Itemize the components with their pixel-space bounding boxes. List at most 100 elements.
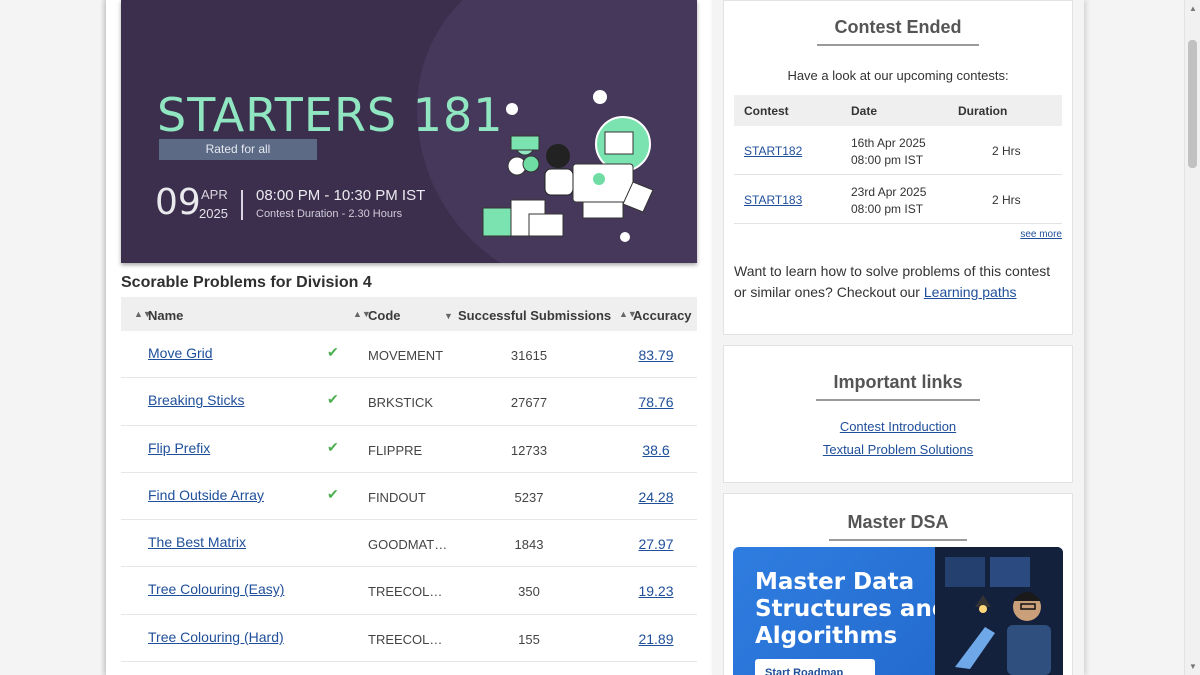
problem-name[interactable]: The Best Matrix (148, 534, 246, 550)
problem-accuracy[interactable]: 78.76 (626, 394, 686, 410)
problem-code: TREECOL… (368, 631, 443, 647)
accuracy-link[interactable]: 27.97 (638, 536, 673, 552)
title-underline (816, 399, 980, 401)
check-icon: ✔ (327, 391, 339, 408)
banner-divider (241, 190, 243, 220)
textual-solutions-link[interactable]: Textual Problem Solutions (724, 438, 1072, 461)
problem-link[interactable]: Flip Prefix (148, 440, 210, 456)
problem-row: Find Outside Array ✔ FINDOUT 5237 24.28 (121, 473, 697, 521)
contest-date-time: 08:00 pm IST (851, 153, 924, 167)
dsa-line-2: Structures and (755, 596, 949, 622)
see-more-link[interactable]: see more (1020, 229, 1062, 240)
banner-title: STARTERS 181 (157, 88, 504, 142)
scrollbar-thumb[interactable] (1188, 40, 1197, 168)
problem-name[interactable]: Flip Prefix (148, 440, 210, 456)
problem-row: Tree Colouring (Easy) TREECOL… 350 19.23 (121, 567, 697, 615)
problem-accuracy[interactable]: 24.28 (626, 489, 686, 505)
banner-year: 2025 (199, 206, 228, 221)
upcoming-contest-row: START182 16th Apr 2025 08:00 pm IST 2 Hr… (734, 126, 1062, 175)
contest-date-day: 23rd Apr 2025 (851, 185, 927, 199)
learning-paths-text: Want to learn how to solve problems of t… (734, 261, 1062, 303)
problem-row: Flip Prefix ✔ FLIPPRE 12733 38.6 (121, 426, 697, 473)
header-duration: Duration (958, 104, 1008, 118)
banner-duration: Contest Duration - 2.30 Hours (256, 208, 403, 220)
contest-introduction-link[interactable]: Contest Introduction (724, 415, 1072, 438)
learning-paths-link[interactable]: Learning paths (924, 284, 1017, 300)
problem-code: FINDOUT (368, 489, 426, 505)
problem-code: MOVEMENT (368, 348, 444, 363)
contest-date: 16th Apr 2025 08:00 pm IST (851, 135, 926, 169)
problem-submissions: 12733 (510, 442, 548, 458)
header-code[interactable]: Code (368, 308, 401, 323)
problem-link[interactable]: Move Grid (148, 345, 213, 361)
problem-accuracy[interactable]: 27.97 (626, 536, 686, 552)
problem-name[interactable]: Breaking Sticks (148, 392, 244, 408)
accuracy-link[interactable]: 83.79 (638, 347, 673, 363)
header-name[interactable]: Name (148, 308, 183, 323)
check-icon: ✔ (327, 344, 339, 360)
problem-code: FLIPPRE (368, 442, 423, 458)
problem-row: Move Grid ✔ MOVEMENT 31615 83.79 (121, 331, 697, 379)
rated-tag: Rated for all (159, 139, 317, 160)
problem-accuracy[interactable]: 38.6 (626, 442, 686, 458)
see-more: see more (724, 229, 1062, 240)
dsa-line-1: Master Data (755, 569, 915, 595)
contest-date: 23rd Apr 2025 08:00 pm IST (851, 184, 926, 218)
problem-row: Breaking Sticks ✔ BRKSTICK 27677 78.76 (121, 378, 697, 426)
contest-banner: STARTERS 181 Rated for all 09 APR 2025 0… (121, 0, 697, 263)
problem-link[interactable]: The Best Matrix (148, 534, 246, 550)
banner-time: 08:00 PM - 10:30 PM IST (256, 187, 426, 204)
problem-code: BRKSTICK (368, 395, 434, 411)
problem-link[interactable]: Tree Colouring (Hard) (148, 629, 284, 645)
problems-table-body: Move Grid ✔ MOVEMENT 31615 83.79 Breaking Sti… (121, 331, 697, 663)
accuracy-link[interactable]: 78.76 (638, 394, 673, 410)
problem-name[interactable]: Tree Colouring (Hard) (148, 629, 284, 645)
contest-link[interactable]: START183 (744, 193, 802, 207)
contest-date-day: 16th Apr 2025 (851, 136, 926, 150)
dsa-line-3: Algorithms (755, 623, 898, 649)
problem-submissions: 155 (518, 631, 540, 647)
contest-link[interactable]: START182 (744, 144, 802, 158)
important-links-list: Contest Introduction Textual Problem Sol… (724, 415, 1072, 461)
contest-duration: 2 Hrs (992, 144, 1021, 158)
problem-submissions: 350 (518, 584, 540, 600)
vertical-scrollbar[interactable]: ▲ ▼ (1184, 0, 1200, 675)
upcoming-contests-table: Contest Date Duration START182 16th Apr … (734, 95, 1062, 224)
contest-ended-box: Contest Ended Have a look at our upcomin… (723, 0, 1073, 335)
upcoming-table-header: Contest Date Duration (734, 95, 1062, 126)
coder-illustration (482, 90, 654, 242)
problem-link[interactable]: Find Outside Array (148, 487, 264, 503)
accuracy-link[interactable]: 38.6 (642, 442, 669, 458)
problem-name[interactable]: Tree Colouring (Easy) (148, 581, 284, 597)
problem-submissions: 1843 (514, 537, 544, 553)
problem-name[interactable]: Find Outside Array (148, 487, 264, 503)
problem-accuracy[interactable]: 83.79 (626, 347, 686, 363)
banner-month: APR (201, 187, 228, 202)
problem-link[interactable]: Tree Colouring (Easy) (148, 581, 284, 597)
problem-accuracy[interactable]: 21.89 (626, 631, 686, 647)
problems-table: ▲▼ Name ▲▼ Code ▼ Successful Submissions… (121, 297, 697, 663)
problems-table-header: ▲▼ Name ▲▼ Code ▼ Successful Submissions… (121, 297, 697, 331)
problem-name[interactable]: Move Grid (148, 345, 213, 361)
title-underline (817, 44, 979, 46)
problem-accuracy[interactable]: 19.23 (626, 583, 686, 599)
important-links-box: Important links Contest Introduction Tex… (723, 345, 1073, 483)
header-date: Date (851, 104, 878, 118)
scroll-up-arrow-icon[interactable]: ▲ (1189, 4, 1197, 13)
problem-link[interactable]: Breaking Sticks (148, 392, 244, 408)
scroll-down-arrow-icon[interactable]: ▼ (1189, 662, 1197, 671)
problems-section-title: Scorable Problems for Division 4 (121, 274, 372, 291)
contest-ended-title: Contest Ended (834, 17, 962, 37)
important-links-title: Important links (833, 372, 963, 392)
accuracy-link[interactable]: 19.23 (638, 583, 673, 599)
master-dsa-banner[interactable]: Master Data Structures and Algorithms St… (733, 547, 1063, 675)
contest-duration: 2 Hrs (992, 193, 1021, 207)
start-roadmap-button[interactable]: Start Roadmap (755, 659, 875, 675)
accuracy-link[interactable]: 21.89 (638, 631, 673, 647)
sort-desc-icon[interactable]: ▼ (444, 311, 453, 321)
header-submissions[interactable]: Successful Submissions (458, 308, 611, 323)
problem-row: The Best Matrix GOODMAT… 1843 27.97 (121, 520, 697, 568)
header-accuracy[interactable]: Accuracy (633, 308, 692, 323)
master-dsa-title: Master DSA (847, 512, 949, 532)
accuracy-link[interactable]: 24.28 (638, 489, 673, 505)
